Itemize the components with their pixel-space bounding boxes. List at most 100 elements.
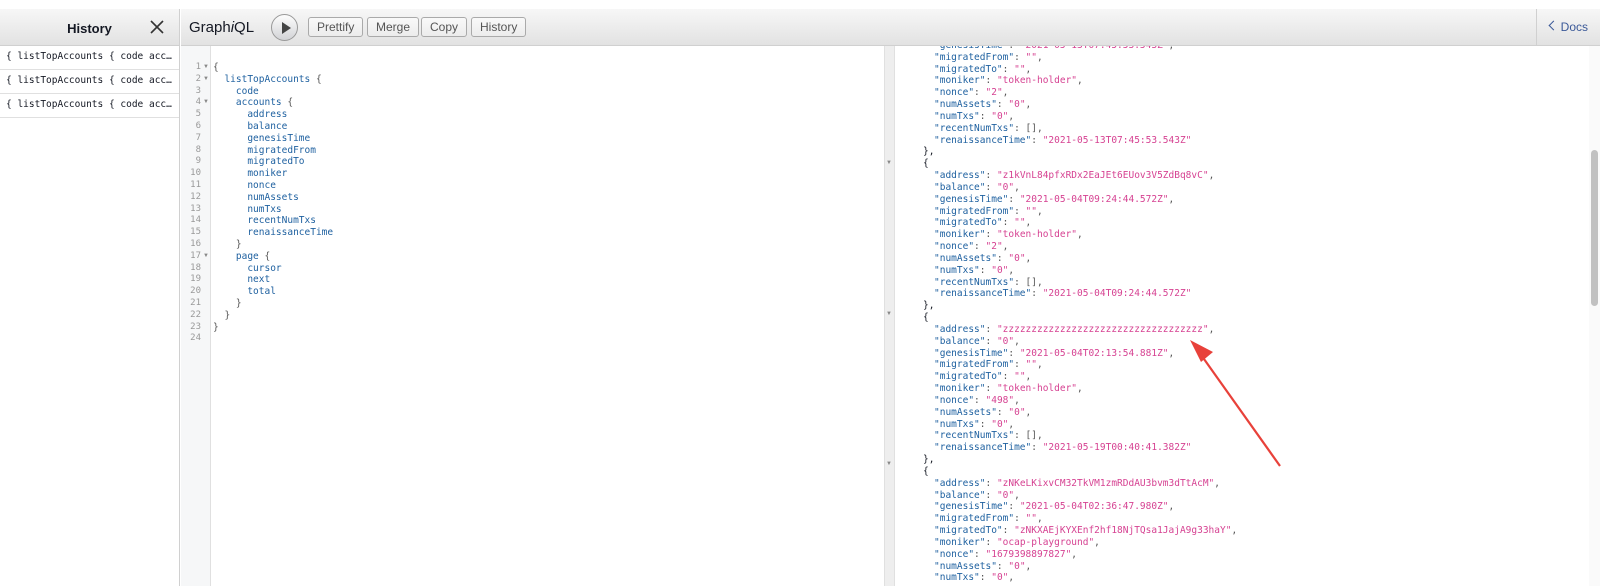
result-field: "nonce": "498", <box>934 394 1020 406</box>
query-line[interactable]: balance <box>213 121 287 133</box>
line-number: 13 <box>190 203 201 214</box>
query-line[interactable]: cursor <box>213 263 281 275</box>
line-number: 11 <box>190 180 201 190</box>
fold-marker-icon[interactable]: ▼ <box>886 461 892 467</box>
result-field: "balance": "0", <box>934 489 1020 501</box>
query-line[interactable]: moniker <box>213 168 287 180</box>
query-line[interactable]: page { <box>213 251 270 263</box>
result-field: "migratedFrom": "", <box>934 51 1043 63</box>
fold-marker-icon[interactable]: ▼ <box>886 160 892 166</box>
merge-button[interactable]: Merge <box>367 17 420 37</box>
result-brace: }, <box>923 146 935 158</box>
close-icon[interactable] <box>149 19 165 35</box>
docs-button[interactable]: Docs <box>1536 9 1600 45</box>
line-number: 7 <box>195 132 201 143</box>
query-line[interactable]: recentNumTxs <box>213 215 316 227</box>
query-line[interactable]: migratedFrom <box>213 145 316 157</box>
history-pane: History { listTopAccounts { code accoun…… <box>0 9 180 586</box>
line-number: 9 <box>195 156 201 167</box>
query-line[interactable]: next <box>213 274 270 286</box>
result-brace: { <box>923 312 929 324</box>
query-line[interactable]: } <box>213 322 219 334</box>
line-number: 19 <box>190 274 201 285</box>
result-field: "balance": "0", <box>934 335 1020 347</box>
execute-query-button[interactable] <box>271 14 298 41</box>
scrollbar-thumb[interactable] <box>1591 150 1598 306</box>
result-field: "moniker": "token-holder", <box>934 229 1083 241</box>
line-number: 10 <box>190 168 201 179</box>
result-field: "numAssets": "0", <box>934 406 1032 418</box>
chevron-left-icon <box>1548 20 1559 31</box>
result-field: "address": "z1kVnL84pfxRDx2EaJEt6EUov3V5… <box>934 170 1215 182</box>
result-field: "genesisTime": "2021-05-04T09:24:44.572Z… <box>934 193 1175 205</box>
fold-marker-icon[interactable]: ▼ <box>886 311 892 317</box>
result-field: "numTxs": "0", <box>934 110 1015 122</box>
line-number: 2 <box>195 73 201 84</box>
result-field: "migratedTo": "zNKXAEjKYXEnf2hf18NjTQsa1… <box>934 525 1238 537</box>
query-line[interactable]: migratedTo <box>213 156 304 168</box>
result-field: "renaissanceTime": "2021-05-19T00:40:41.… <box>934 442 1192 454</box>
result-field: "numAssets": "0", <box>934 560 1032 572</box>
result-field: "moniker": "token-holder", <box>934 383 1083 395</box>
copy-button[interactable]: Copy <box>421 17 468 37</box>
query-line[interactable]: nonce <box>213 180 276 192</box>
fold-marker-icon[interactable]: ▼ <box>203 251 209 263</box>
fold-marker-icon[interactable]: ▼ <box>203 97 209 109</box>
result-field: "genesisTime": "2021-05-04T02:36:47.980Z… <box>934 501 1175 513</box>
result-field: "nonce": "2", <box>934 87 1009 99</box>
query-line[interactable]: numAssets <box>213 192 298 204</box>
result-brace: }, <box>923 300 935 312</box>
line-number: 15 <box>190 227 201 238</box>
query-line[interactable]: total <box>213 286 276 298</box>
result-field: "genesisTime": "2021-05-04T02:13:54.881Z… <box>934 347 1175 359</box>
query-editor[interactable] <box>211 46 884 586</box>
line-number: 5 <box>195 109 201 120</box>
result-viewer: "genesisTime": "2021-05-13T07:45:53.543Z… <box>895 46 1587 586</box>
query-line[interactable]: genesisTime <box>213 133 310 145</box>
result-scrollbar[interactable] <box>1589 46 1600 586</box>
line-number: 1 <box>195 62 201 72</box>
history-item[interactable]: { listTopAccounts { code accoun… <box>0 94 179 118</box>
fold-marker-icon[interactable]: ▼ <box>203 62 209 74</box>
result-field: "migratedTo": "", <box>934 371 1032 383</box>
result-field: "moniker": "token-holder", <box>934 75 1083 87</box>
result-field: "migratedFrom": "", <box>934 205 1043 217</box>
line-number: 17 <box>190 250 201 261</box>
line-number: 21 <box>190 298 201 308</box>
history-header: History <box>0 9 179 46</box>
history-item[interactable]: { listTopAccounts { code accoun… <box>0 70 179 94</box>
query-line[interactable]: listTopAccounts { <box>213 74 321 86</box>
query-line[interactable]: numTxs <box>213 204 281 216</box>
history-item[interactable]: { listTopAccounts { code accoun… <box>0 46 179 70</box>
line-number: 23 <box>190 321 201 332</box>
line-number: 4 <box>195 97 201 108</box>
result-field: "numAssets": "0", <box>934 99 1032 111</box>
line-number: 8 <box>195 144 201 155</box>
result-field: "balance": "0", <box>934 181 1020 193</box>
query-line[interactable]: } <box>213 310 230 322</box>
query-line[interactable]: renaissanceTime <box>213 227 333 239</box>
query-line[interactable]: { <box>213 62 219 74</box>
query-line[interactable]: accounts { <box>213 97 293 109</box>
result-field: "renaissanceTime": "2021-05-13T07:45:53.… <box>934 134 1192 146</box>
result-field: "migratedTo": "", <box>934 63 1032 75</box>
query-line[interactable]: address <box>213 109 287 121</box>
query-line[interactable]: code <box>213 86 259 98</box>
result-field: "numTxs": "0", <box>934 418 1015 430</box>
query-line[interactable]: } <box>213 239 242 251</box>
prettify-button[interactable]: Prettify <box>308 17 364 37</box>
result-field: "migratedFrom": "", <box>934 513 1043 525</box>
result-field: "nonce": "1679398897827", <box>934 548 1078 560</box>
result-field: "numAssets": "0", <box>934 252 1032 264</box>
result-field: "moniker": "ocap-playground", <box>934 536 1100 548</box>
result-field: "recentNumTxs": [], <box>934 430 1043 442</box>
fold-marker-icon[interactable]: ▼ <box>203 74 209 86</box>
history-button[interactable]: History <box>471 17 527 37</box>
result-field: "renaissanceTime": "2021-05-04T09:24:44.… <box>934 288 1192 300</box>
result-field: "numTxs": "0", <box>934 264 1015 276</box>
query-line[interactable]: } <box>213 298 242 310</box>
result-field: "migratedFrom": "", <box>934 359 1043 371</box>
docs-label: Docs <box>1560 20 1588 34</box>
line-number: 20 <box>190 286 201 297</box>
result-brace: }, <box>923 454 935 466</box>
